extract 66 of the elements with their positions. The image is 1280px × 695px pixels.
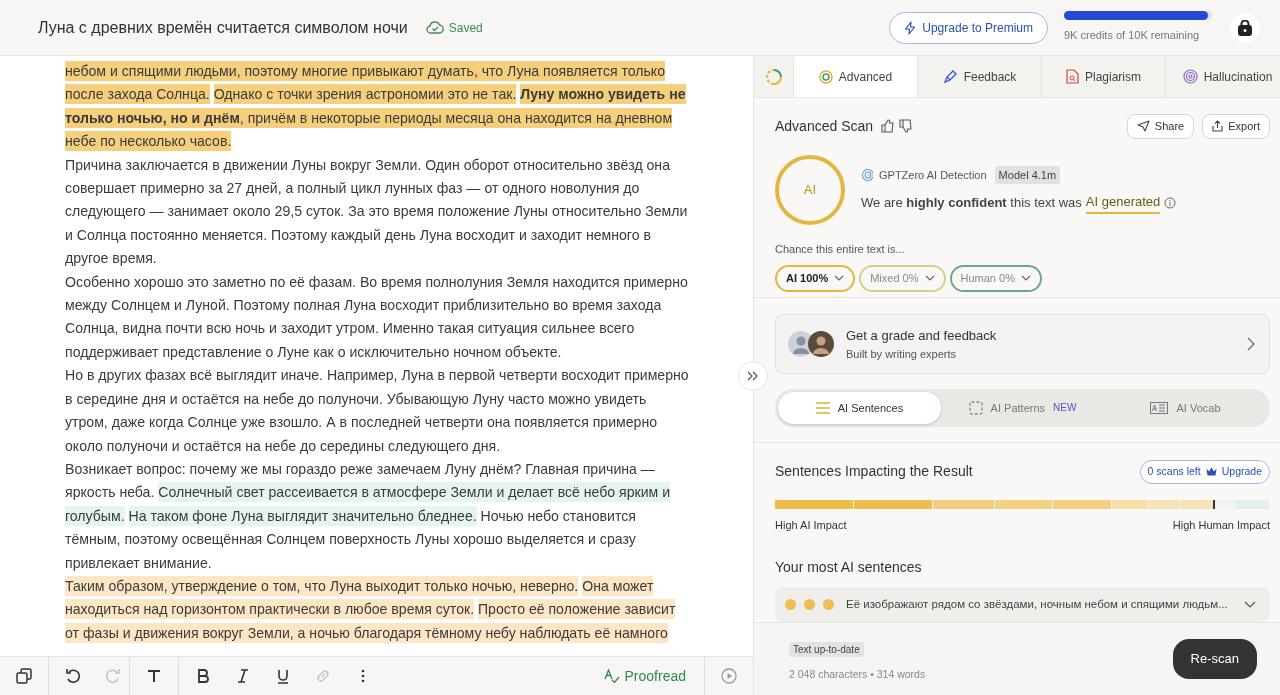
chance-dropdown[interactable]: Mixed 0% bbox=[859, 265, 946, 292]
tab[interactable]: Advanced bbox=[794, 56, 918, 97]
lightning-icon bbox=[904, 20, 917, 35]
feedback-card[interactable]: Get a grade and feedback Built by writing experts bbox=[775, 314, 1270, 374]
target-icon bbox=[818, 69, 833, 84]
sentence-text: Её изображают рядом со звёздами, ночным небом и спящими людьм... bbox=[846, 596, 1229, 612]
upgrade-button[interactable]: Upgrade to Premium bbox=[889, 11, 1048, 44]
chance-label: Chance this entire text is... bbox=[775, 241, 906, 257]
chevron-down-icon bbox=[1020, 275, 1031, 282]
credits-text: 9K credits of 10K remaining bbox=[1064, 28, 1201, 44]
card-title: Get a grade and feedback bbox=[846, 327, 997, 345]
upgrade-scans-button[interactable]: 0 scans left Upgrade bbox=[1139, 459, 1270, 484]
spellcheck-icon bbox=[603, 669, 620, 683]
export-button[interactable]: Export bbox=[1202, 114, 1270, 139]
double-chevron-icon bbox=[747, 371, 759, 381]
view-tab[interactable]: AI Patterns NEW bbox=[941, 391, 1104, 424]
paragraph: Возникает вопрос: почему же мы гораздо реже замечаем Луну днём? Главная причина — яркость неба. Солнечный свет рассеивается в атмосфере Земли и делает всё небо ярким и голубым. На таком фоне Луна выглядит значительно бледнее. Ночью небо становится тёмным, поэтому освещённая Солнцем поверхность Луны хорошо выделяется и сразу привлекает внимание. bbox=[65, 459, 672, 573]
tab[interactable]: Plagiarism bbox=[1042, 56, 1166, 97]
tab[interactable]: Hallucination bbox=[1166, 56, 1280, 97]
sentence-row[interactable]: Её изображают рядом со звёздами, ночным небом и спящими людьм... bbox=[775, 587, 1270, 622]
section-title: Sentences Impacting the Result bbox=[775, 462, 973, 482]
pen-icon bbox=[942, 69, 958, 84]
save-status: Saved bbox=[448, 19, 483, 37]
send-icon bbox=[1136, 120, 1150, 133]
card-subtitle: Built by writing experts bbox=[846, 346, 958, 362]
scale-label: High AI Impact bbox=[775, 517, 847, 533]
paragraph: небом и спящими людьми, поэтому многие привыкают думать, что Луна появляется только после захода Солнца. Однако с точки зрения астрономии это не так. Луну можно увидеть не только ночью, но и днём, причём в некоторые периоды месяца она находится на дневном небе по несколько часов. bbox=[65, 60, 687, 154]
vocabulary-icon bbox=[1150, 401, 1169, 414]
model-tag: Model 4.1m bbox=[994, 165, 1061, 184]
info-icon[interactable] bbox=[1164, 196, 1177, 209]
status-tag: Text up-to-date bbox=[789, 641, 864, 657]
thumbs-up-icon[interactable] bbox=[881, 119, 896, 134]
lines-icon bbox=[815, 401, 830, 414]
crown-icon bbox=[1205, 467, 1217, 477]
lock-icon[interactable] bbox=[1230, 12, 1260, 43]
chevron-down-icon bbox=[924, 275, 935, 282]
chevron-down-icon bbox=[1244, 601, 1256, 608]
cloud-check-icon bbox=[425, 21, 444, 34]
paragraph: Особенно хорошо это заметно по её фазам. Во время полнолуния Земля находится примерно между Солнцем и Луной. Поэтому полная Луна восходит приблизительно во время захода Солнца, видна почти всю ночь и заходит утром. Именно такая ситуация сильнее всего поддерживает представление о Луне как о исключительно ночном объекте. bbox=[65, 272, 689, 362]
new-label: NEW bbox=[1053, 401, 1077, 416]
tab[interactable]: Feedback bbox=[918, 56, 1042, 97]
rescan-button[interactable]: Re-scan bbox=[1172, 639, 1257, 679]
view-tab[interactable]: AI Vocab bbox=[1104, 391, 1267, 424]
verdict-text: We are highly confident this text was bbox=[861, 194, 1082, 212]
thumbs-down-icon[interactable] bbox=[899, 119, 914, 134]
result-badge: AI bbox=[775, 154, 845, 225]
document-title: Луна с древних времён считается символом ночи bbox=[38, 17, 408, 38]
detector-name: GPTZero AI Detection bbox=[879, 167, 987, 183]
section-title: Your most AI sentences bbox=[775, 558, 923, 577]
chevron-down-icon bbox=[834, 275, 845, 282]
verdict-result: AI generated bbox=[1085, 192, 1161, 214]
document-search-icon bbox=[1066, 69, 1079, 84]
view-tab[interactable]: AI Sentences bbox=[778, 391, 941, 424]
paragraph: Причина заключается в движении Луны вокруг Земли. Один оборот относительно звёзд она совершает примерно за 27 дней, а полный цикл лунных фаз — от одного новолуния до следующего — занимает около 29,5 суток. За это время положение Луны относительно Земли и Солнца постоянно меняется. Поэтому каждый день Луна восходит и заходит немного в другое время. bbox=[65, 155, 689, 269]
dashed-square-icon bbox=[968, 400, 983, 415]
paragraph: Таким образом, утверждение о том, что Луна выходит только ночью, неверно. Она может находиться над горизонтом практически в любое время суток. Просто её положение зависит от фазы и движения вокруг Земли, а ночью благодаря тёмному небу наблюдать её намного bbox=[65, 574, 677, 645]
chevron-right-icon bbox=[1247, 337, 1255, 351]
share-button[interactable]: Share bbox=[1126, 114, 1195, 139]
paragraph: Но в других фазах всё выглядит иначе. Например, Луна в первой четверти восходит примерно в середине дня и остаётся на небе до полуночи. Убывающую Луну часто можно увидеть утром, даже когда Солнце уже взошло. А в последней четверти она появляется примерно около полуночи и остаётся на небе до середины следующего дня. bbox=[65, 366, 689, 456]
chance-dropdown[interactable]: Human 0% bbox=[949, 265, 1042, 292]
scale-label: High Human Impact bbox=[1172, 517, 1270, 533]
section-title: Advanced Scan bbox=[775, 116, 874, 136]
chance-dropdown[interactable]: AI 100% bbox=[775, 265, 856, 292]
proofread-button[interactable]: Proofread bbox=[597, 664, 692, 688]
upload-icon bbox=[1212, 120, 1224, 133]
document-stats: 2 048 characters • 314 words bbox=[789, 666, 926, 682]
